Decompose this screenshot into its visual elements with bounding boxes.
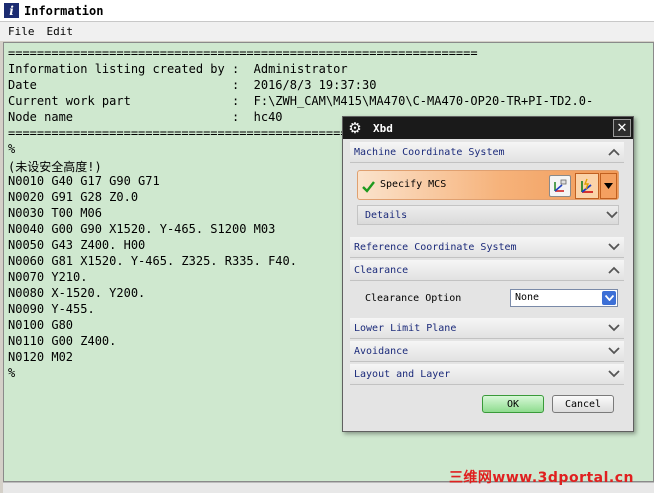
clearance-option-label: Clearance Option [365,293,462,304]
close-icon[interactable]: ✕ [613,119,631,137]
listing-line: Current work part : F:\ZWH_CAM\M415\MA47… [8,94,594,108]
chevron-down-icon[interactable] [604,341,624,361]
details-label: Details [365,209,408,221]
info-icon: i [4,3,19,18]
details-subsection[interactable]: Details [357,205,619,225]
section-layout-and-layer[interactable]: Layout and Layer [350,364,624,385]
section-machine-coordinate-system[interactable]: Machine Coordinate System [350,142,624,163]
chevron-down-icon[interactable] [600,173,617,199]
clearance-option-value: None [515,292,540,303]
listing-line: Information listing created by : Adminis… [8,62,348,76]
gear-icon[interactable]: ⚙ [347,119,363,137]
clearance-option-select[interactable]: None [510,289,618,307]
coordinate-system-icon[interactable] [575,173,599,199]
specify-mcs-label: Specify MCS [380,179,447,190]
csys-dialog-icon[interactable] [549,175,571,197]
chevron-down-icon[interactable] [604,318,624,338]
listing-line: ========================================… [8,46,478,60]
chevron-up-icon[interactable] [604,260,624,280]
chevron-down-icon[interactable] [606,211,618,219]
chevron-down-icon[interactable] [602,291,616,305]
section-clearance[interactable]: Clearance [350,260,624,281]
section-label: Avoidance [354,345,409,357]
dialog-title: Xbd [373,121,393,135]
chevron-up-icon[interactable] [604,142,624,162]
dialog-titlebar[interactable]: ⚙ Xbd ✕ [343,117,633,139]
menu-edit[interactable]: Edit [41,25,80,38]
window-titlebar[interactable]: i Information [0,0,654,22]
section-label: Layout and Layer [354,368,451,380]
menu-file[interactable]: File [0,25,41,38]
section-label: Clearance [354,264,409,276]
section-reference-coordinate-system[interactable]: Reference Coordinate System [350,237,624,258]
chevron-down-icon[interactable] [604,364,624,384]
section-label: Reference Coordinate System [354,241,517,253]
specify-mcs-row[interactable]: Specify MCS [357,170,619,200]
menu-bar: File Edit [0,22,654,41]
section-label: Lower Limit Plane [354,322,457,334]
listing-line: Date : 2016/8/3 19:37:30 [8,78,377,92]
window-title: Information [24,3,104,18]
watermark: 三维网www.3dportal.cn [448,470,634,486]
checkmark-icon [362,178,375,197]
chevron-down-icon[interactable] [604,237,624,257]
section-lower-limit-plane[interactable]: Lower Limit Plane [350,318,624,339]
section-avoidance[interactable]: Avoidance [350,341,624,362]
cancel-button[interactable]: Cancel [552,395,614,413]
ok-button[interactable]: OK [482,395,544,413]
section-label: Machine Coordinate System [354,146,505,158]
